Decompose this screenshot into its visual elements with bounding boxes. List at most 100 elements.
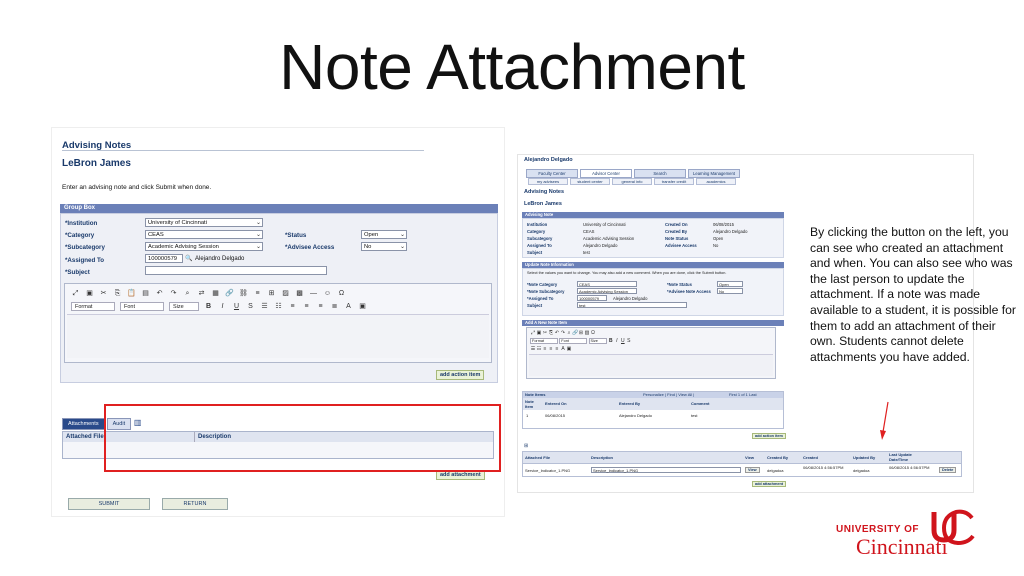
maximize-icon[interactable]: ⤢ [71,289,80,298]
advisee-note-access-select[interactable]: No [717,288,743,294]
strike-icon[interactable]: S [246,302,255,311]
expand-icon[interactable]: ⊞ [524,443,528,449]
view-button[interactable]: View [745,467,760,473]
note-status-value: Open [713,236,724,241]
image-icon[interactable]: ▨ [281,289,290,298]
size-select[interactable]: Size [588,338,607,344]
advising-note-box: Institution University of Cincinnati Cat… [522,218,784,258]
subject-input[interactable] [145,266,327,275]
copy-icon[interactable]: ⎘ [113,289,122,298]
format-select[interactable]: Format [530,338,558,344]
smiley-icon[interactable]: ☺ [323,289,332,298]
add-action-item-button[interactable]: add action item [752,433,786,439]
note-subcategory-select[interactable]: Academic Advising Session [577,288,637,294]
subtab-academics[interactable]: academics [696,178,736,185]
source-icon[interactable]: ▣ [85,289,94,298]
justify-icon[interactable]: ≣ [330,302,339,311]
category-select[interactable]: CEAS ⌄ [145,230,263,239]
lookup-icon[interactable]: 🔍 [185,255,192,262]
cell-comment: test [691,413,698,418]
institution-select[interactable]: University of Cincinnati ⌄ [145,218,263,227]
tab-learning-management[interactable]: Learning Management [688,169,740,178]
ordered-list-icon[interactable]: ☰ [260,302,269,311]
align-left-icon[interactable]: ≡ [288,302,297,311]
status-select[interactable]: Open ⌄ [361,230,407,239]
col-entered-by: Entered By [619,401,641,406]
editor-toolbar-row-1: ⤢ ▣ ✂ ⎘ ↶ ↷ ⌕ 🔗⊞ ▨ Ω [530,330,596,336]
tab-advisor-center[interactable]: Advisor Center [580,169,632,178]
subject-input[interactable]: test [577,302,687,308]
format-select[interactable]: Format [71,301,115,311]
institution-value: University of Cincinnati [148,220,207,226]
bg-color-icon[interactable]: ▣ [566,346,572,352]
tab-faculty-center[interactable]: Faculty Center [526,169,578,178]
assigned-to-input[interactable]: 100000579 [577,295,607,301]
add-action-item-button[interactable]: add action item [436,370,485,380]
find-icon[interactable]: ⌕ [183,289,192,298]
strike-icon[interactable]: S [626,338,632,344]
add-note-item-header: Add A New Note Item [522,320,784,326]
editor-text-area[interactable] [529,354,773,376]
add-attachment-button[interactable]: add attachment [752,481,787,487]
subcategory-select[interactable]: Academic Advising Session ⌄ [145,242,263,251]
undo-icon[interactable]: ↶ [155,289,164,298]
select-all-icon[interactable]: ▦ [211,289,220,298]
cell-description-input[interactable]: Service_Indicator_1.PNG [591,467,741,473]
category-label: *Category [65,232,95,239]
text-color-icon[interactable]: A [344,302,353,311]
note-item-editor: ⤢ ▣ ✂ ⎘ ↶ ↷ ⌕ 🔗⊞ ▨ Ω Format Font Size BIUS ☰ ☷ ≡ ≡ ≡ A… [526,327,776,379]
link-icon[interactable]: 🔗 [225,289,234,298]
grid-pager[interactable]: First 1 of 1 Last [729,392,757,397]
editor-text-area[interactable] [67,314,489,358]
divider [62,150,424,151]
return-button[interactable]: RETURN [162,498,228,510]
table-icon[interactable]: ⊞ [267,289,276,298]
assigned-to-input[interactable]: 100000579 [145,254,183,263]
subtab-student-center[interactable]: student center [570,178,610,185]
assigned-to-value: Alejandro Delgado [583,243,618,248]
unlink-icon[interactable]: ⛓ [239,289,248,298]
redo-icon[interactable]: ↷ [169,289,178,298]
attachment-detail-header: Attached File Description View Created B… [523,452,961,464]
subtab-my-advisees[interactable]: my advisees [528,178,568,185]
bg-color-icon[interactable]: ▣ [358,302,367,311]
subcategory-value: Academic Advising Session [583,236,635,241]
advisee-access-value: No [713,243,719,248]
advisee-access-label: *Advisee Access [285,244,335,251]
font-select[interactable]: Font [559,338,588,344]
subtab-transfer-credit[interactable]: transfer credit [654,178,694,185]
special-char-icon[interactable]: Ω [590,330,596,336]
tab-attachments[interactable]: Attachments [62,418,105,430]
special-char-icon[interactable]: Ω [337,289,346,298]
paste-icon[interactable]: 📋 [127,289,136,298]
subtab-general-info[interactable]: general info [612,178,652,185]
advisee-access-select[interactable]: No ⌄ [361,242,407,251]
flash-icon[interactable]: ▩ [295,289,304,298]
submit-button[interactable]: SUBMIT [68,498,150,510]
category-value: CEAS [583,229,595,234]
horizontal-rule-icon[interactable]: ≡ [253,289,262,298]
col-view: View [745,455,755,460]
underline-icon[interactable]: U [232,302,241,311]
delete-button[interactable]: Delete [939,467,957,473]
bold-icon[interactable]: B [204,302,213,311]
paste-text-icon[interactable]: ▤ [141,289,150,298]
align-right-icon[interactable]: ≡ [316,302,325,311]
italic-icon[interactable]: I [218,302,227,311]
note-status-select[interactable]: Open [717,281,743,287]
update-instruction: Select the values you want to change. Yo… [527,271,727,275]
rule-icon[interactable]: — [309,289,318,298]
size-select[interactable]: Size [169,301,199,311]
col-note-item: Note Item [525,399,534,409]
group-box-header: Group Box [60,204,498,213]
subject-label: *Subject [65,269,90,276]
table-row[interactable]: 1 06/08/2015 Alejandro Delgado test [523,410,783,420]
font-select[interactable]: Font [120,301,164,311]
grid-tools[interactable]: Personalize | Find | View All | [643,392,694,397]
note-category-select[interactable]: CEAS [577,281,637,287]
tab-search[interactable]: Search [634,169,686,178]
replace-icon[interactable]: ⇄ [197,289,206,298]
bullet-list-icon[interactable]: ☷ [274,302,283,311]
align-center-icon[interactable]: ≡ [302,302,311,311]
cut-icon[interactable]: ✂ [99,289,108,298]
